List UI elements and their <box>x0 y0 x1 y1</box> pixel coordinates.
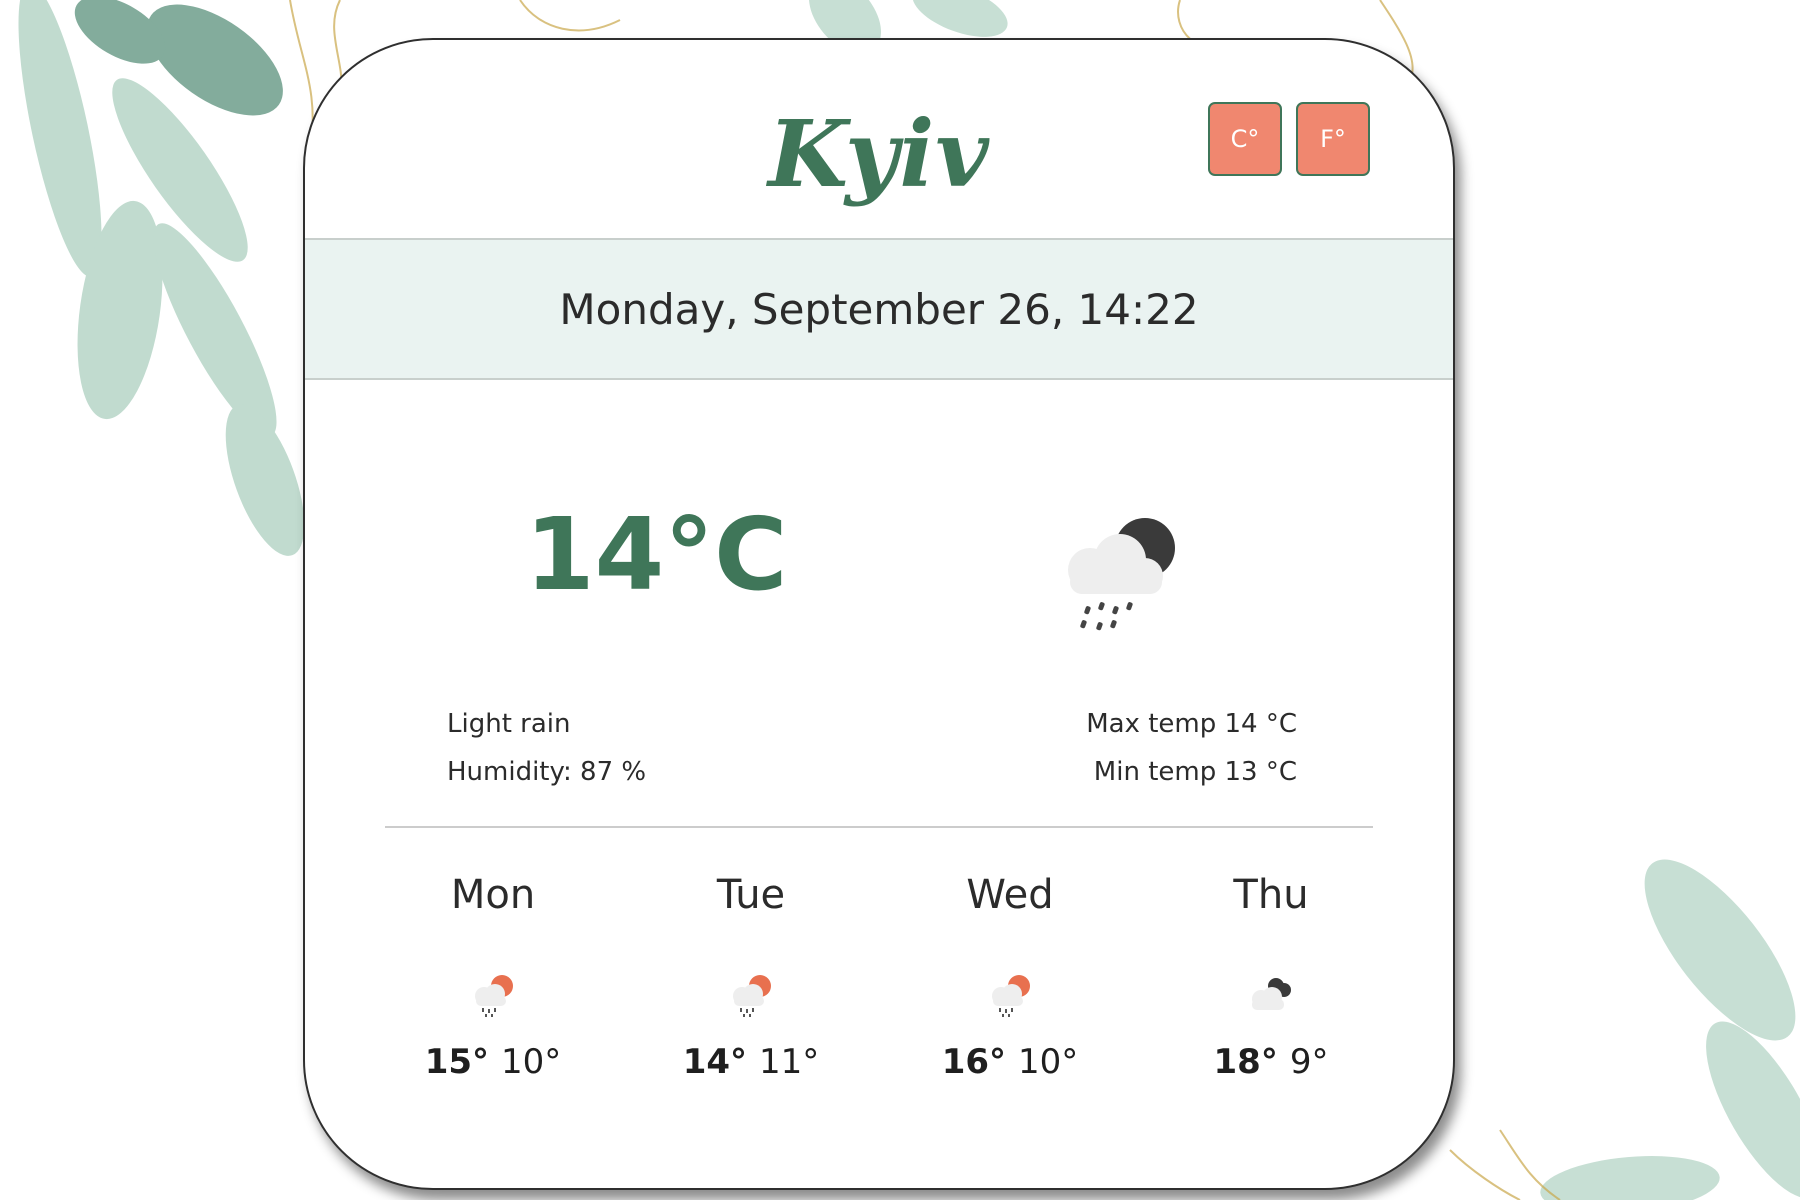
forecast-temps: 16° 10° <box>910 1042 1110 1082</box>
forecast-max: 14° <box>682 1042 748 1082</box>
forecast-min: 10° <box>1018 1042 1079 1082</box>
sun-cloud-rain-icon <box>992 975 1030 1017</box>
forecast-day-name: Tue <box>716 872 786 918</box>
forecast-day-name: Thu <box>1233 872 1309 918</box>
forecast-day-name: Mon <box>450 872 536 918</box>
sun-cloud-rain-icon <box>475 975 513 1017</box>
divider <box>385 826 1373 828</box>
forecast-max: 18° <box>1213 1042 1278 1082</box>
forecast-temps: 14° 11° <box>651 1042 851 1082</box>
humidity: Humidity: 87 % <box>447 757 647 787</box>
forecast-day: Tue 14° 11° <box>651 860 851 1082</box>
current-temperature: 14°C <box>525 496 788 613</box>
current-date: Monday, September 26, 14:22 <box>559 284 1199 334</box>
weather-card: Kyiv C° F° Monday, September 26, 14:22 1… <box>303 38 1455 1190</box>
celsius-button[interactable]: C° <box>1208 102 1282 176</box>
date-banner: Monday, September 26, 14:22 <box>305 238 1453 380</box>
forecast-day: Thu 18° 9° <box>1171 860 1371 1082</box>
forecast-min: 9° <box>1289 1042 1329 1082</box>
weather-details-left: Light rain Humidity: 87 % <box>447 700 646 796</box>
moon-cloud-rain-icon <box>1068 518 1175 631</box>
forecast-min: 10° <box>501 1042 562 1082</box>
forecast-day: Wed 16° 10° <box>910 860 1110 1082</box>
weather-description: Light rain <box>447 709 571 739</box>
forecast-max: 15° <box>424 1042 490 1082</box>
forecast-day: Mon 15° 10° <box>393 860 593 1082</box>
fahrenheit-button[interactable]: F° <box>1296 102 1370 176</box>
forecast-temps: 15° 10° <box>393 1042 593 1082</box>
sun-cloud-rain-icon <box>733 975 771 1017</box>
max-temperature: Max temp 14 °C <box>1086 709 1297 739</box>
min-temperature: Min temp 13 °C <box>1093 757 1297 787</box>
forecast-temps: 18° 9° <box>1171 1042 1371 1082</box>
forecast-max: 16° <box>941 1042 1007 1082</box>
weather-details-right: Max temp 14 °C Min temp 13 °C <box>1086 700 1297 796</box>
dark-clouds-icon <box>1252 978 1291 1010</box>
forecast-day-name: Wed <box>966 872 1054 918</box>
forecast-min: 11° <box>759 1042 820 1082</box>
